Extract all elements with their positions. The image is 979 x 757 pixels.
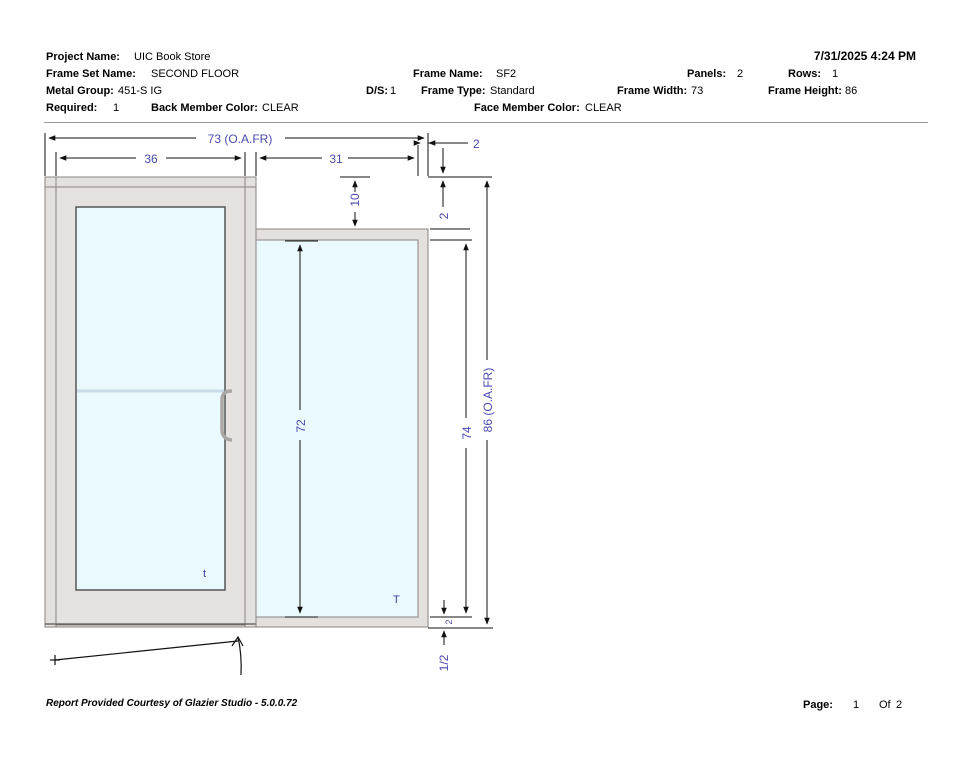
- page-number: 1: [853, 699, 860, 711]
- page-label: Page:: [803, 699, 833, 711]
- sidelite-height-label: 74: [460, 426, 474, 440]
- door-glass-mark: t: [203, 568, 206, 580]
- head-offset-label: 10: [348, 193, 362, 207]
- dlo-height-label: 72: [294, 419, 308, 433]
- page-of-label: Of: [879, 699, 891, 711]
- sidelite-glass: [255, 239, 419, 618]
- sidelite-panel: T: [255, 228, 429, 628]
- sidelite-width-label: 31: [329, 152, 343, 166]
- frame-elevation-drawing: t T 73 (O.A.FR) 36 31 2 10 2 72 74 86 (O…: [44, 132, 495, 676]
- door-width-label: 36: [144, 152, 158, 166]
- footer-courtesy: Report Provided Courtesy of Glazier Stud…: [46, 698, 298, 709]
- overall-width-label: 73 (O.A.FR): [208, 132, 273, 146]
- door-panel: t: [44, 176, 257, 628]
- sidelite-glass-mark: T: [393, 594, 400, 606]
- page-total: 2: [896, 699, 903, 711]
- member-width-label: 2: [473, 137, 480, 151]
- head-member-label: 2: [437, 212, 451, 219]
- overall-height-label: 86 (O.A.FR): [481, 368, 495, 433]
- sill-member-label: 2: [444, 619, 454, 624]
- sill-gap-label: 1/2: [437, 654, 451, 671]
- door-glass: [75, 206, 226, 591]
- door-swing-indicator: [50, 635, 244, 676]
